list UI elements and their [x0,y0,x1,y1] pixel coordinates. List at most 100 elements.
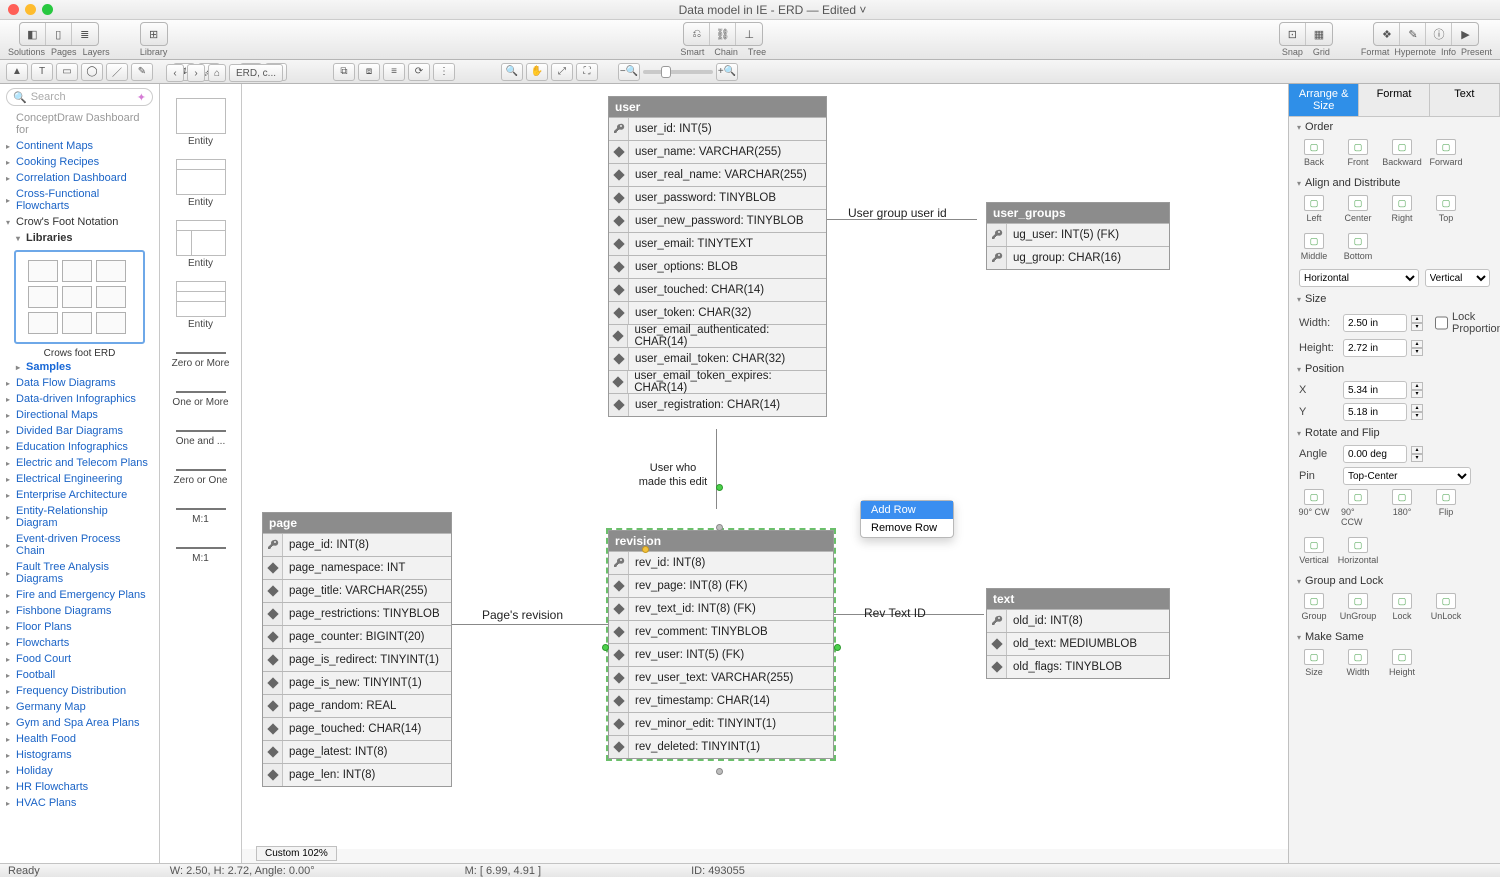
table-row[interactable]: user_email_token: CHAR(32) [609,347,826,370]
group-tool[interactable]: ⧉ [333,63,355,81]
shape-entity[interactable] [176,220,226,256]
context-menu[interactable]: Add Row Remove Row [860,500,954,538]
breadcrumb[interactable]: ‹ › ⌂ ERD, c... [166,64,283,82]
ungroup-tool[interactable]: ⧈ [358,63,380,81]
solutions-tree[interactable]: ConceptDraw Dashboard for Continent Maps… [0,110,159,863]
nav-fwd-icon[interactable]: › [187,64,205,82]
pin-select[interactable]: Top-Center [1343,467,1471,485]
y-stepper[interactable]: ▴▾ [1411,404,1423,420]
distribute-v-select[interactable]: Vertical [1425,269,1490,287]
pages-button[interactable]: ▯ [46,23,72,45]
home-icon[interactable]: ⌂ [208,64,226,82]
pan-tool[interactable]: ✋ [526,63,548,81]
canvas-area[interactable]: user user_id: INT(5)user_name: VARCHAR(2… [242,84,1288,863]
table-row[interactable]: rev_user_text: VARCHAR(255) [609,666,833,689]
section-position[interactable]: Position [1289,359,1500,379]
align-button[interactable]: ▢Center [1341,195,1375,223]
tree-item[interactable]: Data Flow Diagrams [4,375,155,391]
makesame-button[interactable]: ▢Size [1297,649,1331,677]
actual-tool[interactable]: ⛶ [576,63,598,81]
tree-item[interactable]: Divided Bar Diagrams [4,423,155,439]
tree-button[interactable]: ⊥ [736,23,762,45]
table-row[interactable]: user_options: BLOB [609,255,826,278]
x-stepper[interactable]: ▴▾ [1411,382,1423,398]
shape-relation[interactable] [176,508,226,510]
nav-back-icon[interactable]: ‹ [166,64,184,82]
table-row[interactable]: user_name: VARCHAR(255) [609,140,826,163]
table-row[interactable]: old_id: INT(8) [987,609,1169,632]
distribute-tool[interactable]: ⋮ [433,63,455,81]
table-row[interactable]: page_random: REAL [263,694,451,717]
section-rotate[interactable]: Rotate and Flip [1289,423,1500,443]
tree-item[interactable]: Holiday [4,763,155,779]
section-group[interactable]: Group and Lock [1289,571,1500,591]
table-row[interactable]: rev_id: INT(8) [609,551,833,574]
x-input[interactable] [1343,381,1407,399]
table-row[interactable]: user_new_password: TINYBLOB [609,209,826,232]
table-row[interactable]: user_registration: CHAR(14) [609,393,826,416]
table-row[interactable]: page_latest: INT(8) [263,740,451,763]
table-row[interactable]: user_email: TINYTEXT [609,232,826,255]
height-stepper[interactable]: ▴▾ [1411,340,1423,356]
line-tool[interactable]: ／ [106,63,128,81]
section-order[interactable]: Order [1289,117,1500,137]
present-button[interactable]: ▶ [1452,23,1478,45]
tree-item[interactable]: Health Food [4,731,155,747]
group-button[interactable]: ▢Group [1297,593,1331,621]
shape-entity[interactable] [176,159,226,195]
grid-button[interactable]: ▦ [1306,23,1332,45]
zoom-slider[interactable] [643,70,713,74]
hypernote-button[interactable]: ✎ [1400,23,1426,45]
height-input[interactable] [1343,339,1407,357]
pointer-tool[interactable]: ▲ [6,63,28,81]
menu-remove-row[interactable]: Remove Row [861,519,953,537]
shape-relation[interactable] [176,430,226,432]
shape-relation[interactable] [176,352,226,354]
table-row[interactable]: rev_deleted: TINYINT(1) [609,735,833,758]
rotate-button[interactable]: ▢180° [1385,489,1419,527]
rect-tool[interactable]: ▭ [56,63,78,81]
table-row[interactable]: page_id: INT(8) [263,533,451,556]
tree-item-truncated[interactable]: ConceptDraw Dashboard for [4,110,155,138]
table-revision[interactable]: revision rev_id: INT(8)rev_page: INT(8) … [608,530,834,759]
page-chip[interactable]: ERD, c... [229,64,283,82]
table-row[interactable]: page_touched: CHAR(14) [263,717,451,740]
shape-relation[interactable] [176,391,226,393]
library-button[interactable]: ⊞ [141,23,167,45]
close-window-icon[interactable] [8,4,19,15]
table-text[interactable]: text old_id: INT(8)old_text: MEDIUMBLOBo… [986,588,1170,679]
table-row[interactable]: rev_comment: TINYBLOB [609,620,833,643]
y-input[interactable] [1343,403,1407,421]
format-panel-button[interactable]: ❖ [1374,23,1400,45]
tree-libraries[interactable]: Libraries [4,230,155,246]
tree-item[interactable]: Food Court [4,651,155,667]
table-row[interactable]: ug_user: INT(5) (FK) [987,223,1169,246]
section-size[interactable]: Size [1289,289,1500,309]
fit-tool[interactable]: ⤢ [551,63,573,81]
table-row[interactable]: user_touched: CHAR(14) [609,278,826,301]
order-button[interactable]: ▢Back [1297,139,1331,167]
tree-item[interactable]: Fire and Emergency Plans [4,587,155,603]
tree-item[interactable]: Directional Maps [4,407,155,423]
group-button[interactable]: ▢Lock [1385,593,1419,621]
order-button[interactable]: ▢Forward [1429,139,1463,167]
info-button[interactable]: ⓘ [1426,23,1452,45]
table-user-groups[interactable]: user_groups ug_user: INT(5) (FK)ug_group… [986,202,1170,270]
table-page[interactable]: page page_id: INT(8)page_namespace: INTp… [262,512,452,787]
tree-item[interactable]: Enterprise Architecture [4,487,155,503]
rotate-button[interactable]: ▢Flip [1429,489,1463,527]
pen-tool[interactable]: ✎ [131,63,153,81]
shape-library-panel[interactable]: EntityEntityEntityEntityZero or MoreOne … [160,84,242,863]
selection-handle[interactable] [834,644,841,651]
tree-item[interactable]: Flowcharts [4,635,155,651]
table-row[interactable]: page_len: INT(8) [263,763,451,786]
order-button[interactable]: ▢Backward [1385,139,1419,167]
shape-entity[interactable] [176,98,226,134]
angle-input[interactable] [1343,445,1407,463]
distribute-h-select[interactable]: Horizontal [1299,269,1419,287]
text-tool[interactable]: T [31,63,53,81]
tree-item[interactable]: Fault Tree Analysis Diagrams [4,559,155,587]
rotate-button[interactable]: ▢Horizontal [1341,537,1375,565]
zoom-indicator[interactable]: Custom 102% [256,846,337,861]
tree-item[interactable]: Event-driven Process Chain [4,531,155,559]
